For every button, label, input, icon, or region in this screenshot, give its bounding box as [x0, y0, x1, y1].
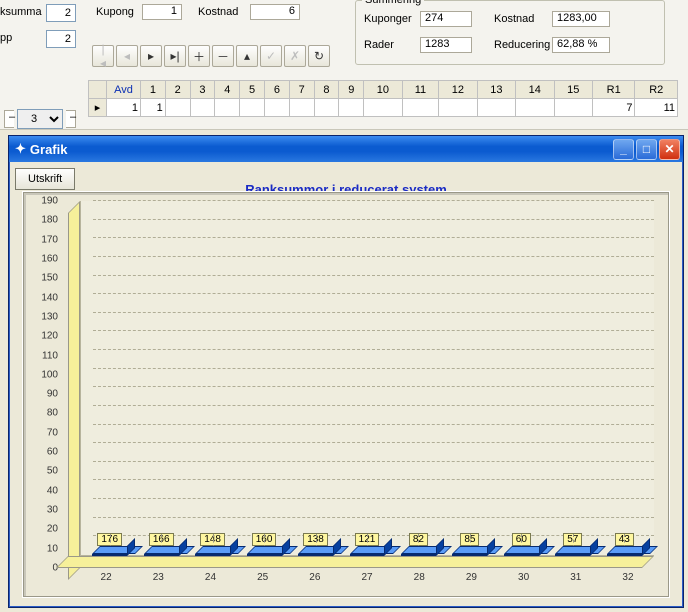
data-grid[interactable]: Avd123456789101112131415R1R2 ▸11711 [88, 80, 678, 117]
x-tick: 26 [289, 572, 341, 592]
grafik-window: ✦ Grafik _ □ ✕ Utskrift Ranksummor i red… [8, 135, 684, 608]
reducering-label: Reducering [494, 39, 550, 51]
y-tick: 20 [47, 524, 58, 535]
bar: 85 [444, 533, 495, 556]
bar: 148 [187, 533, 238, 556]
refresh-button[interactable]: ↻ [308, 45, 330, 67]
kuponger-label: Kuponger [364, 13, 412, 25]
next-button[interactable]: ▸ [140, 45, 162, 67]
minimize-button[interactable]: _ [613, 139, 634, 160]
cancel-button[interactable]: ✗ [284, 45, 306, 67]
x-tick: 31 [550, 572, 602, 592]
left-wall [68, 201, 80, 580]
plot: 1761661481601381218285605743 [68, 201, 654, 568]
edit-button[interactable]: ▴ [236, 45, 258, 67]
x-tick: 24 [184, 572, 236, 592]
y-tick: 170 [41, 234, 58, 245]
close-button[interactable]: ✕ [659, 139, 680, 160]
rader-label: Rader [364, 39, 394, 51]
y-tick: 10 [47, 543, 58, 554]
summering-title: Summering [362, 0, 424, 6]
chart-area: 0 10 20 30 40 50 60 70 80 90 100 110 120 130 140 150 160… [23, 192, 669, 597]
y-tick: 80 [47, 408, 58, 419]
prev-button[interactable]: ◂ [116, 45, 138, 67]
bar: 60 [496, 533, 547, 556]
y-tick: 140 [41, 292, 58, 303]
summering-group: Summering Kuponger 274 Kostnad 1283,00 R… [355, 0, 665, 65]
spinner-area: – 3 – [0, 108, 80, 130]
maximize-button[interactable]: □ [636, 139, 657, 160]
bar: 138 [290, 533, 341, 556]
y-tick: 30 [47, 505, 58, 516]
kupong-value: 1 [142, 4, 182, 20]
y-tick: 150 [41, 273, 58, 284]
bar: 176 [84, 533, 135, 556]
top-panel: ksumma pp Kupong 1 Kostnad 6 |◂ ◂ ▸ ▸| ＋… [0, 0, 688, 130]
remove-button[interactable]: － [212, 45, 234, 67]
x-tick: 25 [237, 572, 289, 592]
y-tick: 180 [41, 215, 58, 226]
spinner-minus[interactable]: – [4, 110, 14, 128]
y-axis: 0102030405060708090100110120130140150160… [24, 201, 62, 568]
spinner-select[interactable]: 3 [17, 109, 63, 129]
y-tick: 130 [41, 311, 58, 322]
window-title: Grafik [30, 142, 68, 157]
kupong-label: Kupong [96, 6, 134, 18]
y-tick: 190 [41, 196, 58, 207]
kostnad-label: Kostnad [198, 6, 238, 18]
reducering-value: 62,88 % [552, 37, 610, 53]
y-tick: 70 [47, 427, 58, 438]
y-tick: 40 [47, 485, 58, 496]
commit-button[interactable]: ✓ [260, 45, 282, 67]
y-tick: 0 [52, 563, 58, 574]
y-tick: 160 [41, 253, 58, 264]
utskrift-button[interactable]: Utskrift [15, 168, 75, 190]
x-tick: 28 [393, 572, 445, 592]
last-button[interactable]: ▸| [164, 45, 186, 67]
pp-label: pp [0, 32, 12, 44]
bar: 166 [135, 533, 186, 556]
summ-kostnad-label: Kostnad [494, 13, 534, 25]
x-axis: 2223242526272829303132 [80, 572, 654, 592]
pp-field[interactable] [46, 30, 76, 48]
floor [56, 556, 654, 568]
add-button[interactable]: ＋ [188, 45, 210, 67]
bar: 82 [393, 533, 444, 556]
summ-kostnad-value: 1283,00 [552, 11, 610, 27]
ksumma-label: ksumma [0, 6, 42, 18]
bar: 43 [599, 533, 650, 556]
nav-toolbar: |◂ ◂ ▸ ▸| ＋ － ▴ ✓ ✗ ↻ [92, 45, 330, 67]
x-tick: 27 [341, 572, 393, 592]
kuponger-value: 274 [420, 11, 472, 27]
bar: 121 [341, 533, 392, 556]
y-tick: 110 [42, 350, 58, 361]
first-button[interactable]: |◂ [92, 45, 114, 67]
y-tick: 100 [41, 369, 58, 380]
y-tick: 120 [41, 331, 58, 342]
bars-container: 1761661481601381218285605743 [80, 201, 654, 556]
bar: 57 [547, 533, 598, 556]
x-tick: 22 [80, 572, 132, 592]
kostnad-value: 6 [250, 4, 300, 20]
y-tick: 50 [47, 466, 58, 477]
y-tick: 90 [47, 389, 58, 400]
ksumma-field[interactable] [46, 4, 76, 22]
x-tick: 23 [132, 572, 184, 592]
rader-value: 1283 [420, 37, 472, 53]
x-tick: 30 [498, 572, 550, 592]
y-tick: 60 [47, 447, 58, 458]
x-tick: 29 [445, 572, 497, 592]
x-tick: 32 [602, 572, 654, 592]
bar: 160 [238, 533, 289, 556]
spinner-plus[interactable]: – [66, 110, 76, 128]
titlebar[interactable]: ✦ Grafik _ □ ✕ [9, 136, 683, 162]
app-icon: ✦ [15, 141, 26, 157]
